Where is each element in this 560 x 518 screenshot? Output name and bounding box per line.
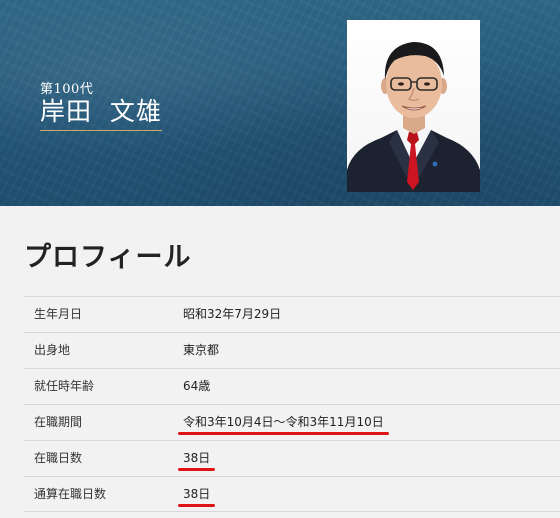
profile-value: 38日 xyxy=(178,441,216,476)
profile-row-total-days-in-office: 通算在職日数 38日 xyxy=(24,476,560,512)
profile-value: 令和3年10月4日～令和3年11月10日 xyxy=(178,405,389,440)
profile-label: 生年月日 xyxy=(34,307,83,321)
red-underline xyxy=(178,468,216,471)
profile-row-birthplace: 出身地 東京都 xyxy=(24,332,560,368)
profile-value: 38日 xyxy=(178,477,216,512)
profile-value-text: 38日 xyxy=(183,487,211,501)
profile-row-age-at-inauguration: 就任時年齢 64歳 xyxy=(24,368,560,404)
profile-label: 在職期間 xyxy=(34,415,83,429)
pm-generation: 第100代 xyxy=(40,82,94,97)
portrait-illustration xyxy=(347,42,480,192)
profile-value: 昭和32年7月29日 xyxy=(183,297,281,332)
profile-value-text: 64歳 xyxy=(183,379,211,393)
red-underline xyxy=(178,504,216,507)
profile-value: 64歳 xyxy=(183,369,210,404)
profile-value-text: 38日 xyxy=(183,451,211,465)
profile-row-birthdate: 生年月日 昭和32年7月29日 xyxy=(24,296,560,332)
profile-row-days-in-office: 在職日数 38日 xyxy=(24,440,560,476)
profile-row-term: 在職期間 令和3年10月4日～令和3年11月10日 xyxy=(24,404,560,440)
profile-value: 東京都 xyxy=(183,333,219,368)
profile-value-text: 昭和32年7月29日 xyxy=(183,307,282,321)
profile-label: 通算在職日数 xyxy=(34,487,107,501)
red-underline xyxy=(178,432,389,435)
profile-label: 出身地 xyxy=(34,343,71,357)
header-banner: 第100代 岸田 文雄 xyxy=(0,0,560,206)
profile-label: 就任時年齢 xyxy=(34,379,95,393)
profile-label: 在職日数 xyxy=(34,451,83,465)
profile-value-text: 令和3年10月4日～令和3年11月10日 xyxy=(183,415,384,429)
pm-portrait xyxy=(347,20,480,192)
page: 第100代 岸田 文雄 プロフィール 生年月日 昭和32年7月29日 出身地 東… xyxy=(0,0,560,518)
profile-table: 生年月日 昭和32年7月29日 出身地 東京都 就任時年齢 64歳 在職期間 令… xyxy=(24,296,560,512)
pm-name: 岸田 文雄 xyxy=(40,96,162,131)
profile-title: プロフィール xyxy=(24,242,192,273)
profile-value-text: 東京都 xyxy=(183,343,220,357)
